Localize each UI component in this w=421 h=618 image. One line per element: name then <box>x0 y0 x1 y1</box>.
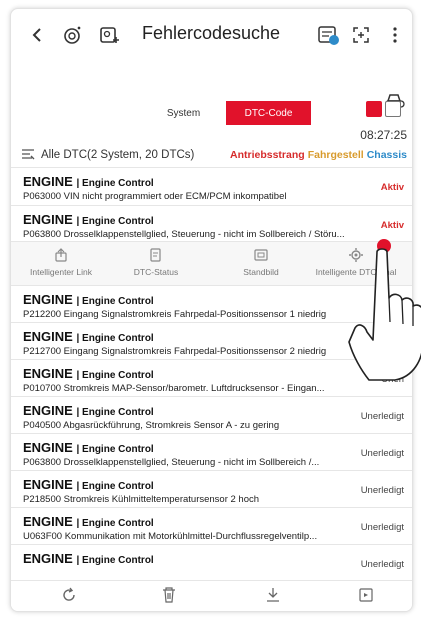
dtc-status: Unerledigt <box>360 522 404 533</box>
dtc-row[interactable]: ENGINE | Engine Control P063000 VIN nich… <box>11 167 412 206</box>
dtc-system: ENGINE <box>23 551 73 566</box>
delete-icon[interactable] <box>159 587 179 605</box>
dtc-module: Engine Control <box>82 407 154 418</box>
freeze-frame-icon <box>253 248 269 262</box>
report-icon[interactable] <box>356 587 376 605</box>
fullscreen-icon[interactable] <box>349 23 373 47</box>
dtc-system: ENGINE <box>23 440 73 455</box>
dtc-system: ENGINE <box>23 292 73 307</box>
dtc-status: Unerledigt <box>360 448 404 459</box>
vehicle-badge-icon[interactable] <box>61 23 85 47</box>
dtc-count-icon[interactable] <box>317 23 341 47</box>
bottom-toolbar <box>11 580 412 611</box>
scan-time: 08:27:25 <box>360 128 407 142</box>
dtc-row[interactable]: ENGINE | Engine Control Unerledigt <box>11 544 412 582</box>
view-tabs: System DTC-Code <box>141 101 311 125</box>
dtc-module: Engine Control <box>82 178 154 189</box>
summary-text: Alle DTC(2 System, 20 DTCs) <box>41 149 195 161</box>
dtc-row[interactable]: ENGINE | Engine Control P040500 Abgasrüc… <box>11 396 412 434</box>
dtc-status: Unerledigt <box>360 411 404 422</box>
dtc-module: Engine Control <box>82 333 154 344</box>
legend-antriebsstrang[interactable]: Antriebsstrang <box>230 149 305 161</box>
refresh-icon[interactable] <box>59 587 79 605</box>
dtc-module: Engine Control <box>82 555 154 566</box>
dtc-description: P063800 Drosselklappenstellglied, Steuer… <box>23 457 320 468</box>
dtc-system: ENGINE <box>23 403 73 418</box>
back-icon[interactable] <box>25 23 49 47</box>
filter-icon[interactable] <box>21 148 35 162</box>
freeze-frame-button[interactable]: Standbild <box>216 248 306 277</box>
dtc-module: Engine Control <box>82 518 154 529</box>
document-icon <box>148 248 164 262</box>
smart-link-button[interactable]: Intelligenter Link <box>16 248 106 277</box>
add-report-icon[interactable] <box>97 23 121 47</box>
dtc-description: P063800 Drosselklappenstellglied, Steuer… <box>23 229 345 240</box>
dtc-status: Unerledigt <box>360 485 404 496</box>
tab-dtc-code[interactable]: DTC-Code <box>226 101 311 125</box>
dtc-row[interactable]: ENGINE | Engine Control P218500 Stromkre… <box>11 470 412 508</box>
dtc-system: ENGINE <box>23 329 73 344</box>
list-view-icon[interactable] <box>366 101 382 117</box>
share-icon <box>53 248 69 262</box>
dtc-description: P040500 Abgasrückführung, Stromkreis Sen… <box>23 420 280 431</box>
dtc-module: Engine Control <box>82 481 154 492</box>
dtc-module: Engine Control <box>82 296 154 307</box>
dtc-system: ENGINE <box>23 212 73 227</box>
dtc-module: Engine Control <box>82 444 154 455</box>
dtc-system: ENGINE <box>23 477 73 492</box>
dtc-status: Unerledigt <box>360 559 404 570</box>
dtc-status-button[interactable]: DTC-Status <box>111 248 201 277</box>
dtc-description: P212200 Eingang Signalstromkreis Fahrped… <box>23 309 327 320</box>
dtc-description: P212700 Eingang Signalstromkreis Fahrped… <box>23 346 327 357</box>
top-bar: Fehlercodesuche <box>11 9 412 59</box>
dtc-status: Aktiv <box>380 182 404 193</box>
dtc-status: Aktiv <box>380 220 404 231</box>
dtc-description: P063000 VIN nicht programmiert oder ECM/… <box>23 191 287 202</box>
tab-system[interactable]: System <box>141 101 226 125</box>
legend-chassis[interactable]: Chassis <box>367 149 407 161</box>
hand-pointer-illustration <box>348 239 421 381</box>
action-label: DTC-Status <box>133 267 179 277</box>
action-label: Standbild <box>243 267 279 277</box>
dtc-row[interactable]: ENGINE | Engine Control U063F00 Kommunik… <box>11 507 412 545</box>
grid-view-icon[interactable] <box>385 101 401 117</box>
dtc-description: U063F00 Kommunikation mit Motorkühlmitte… <box>23 531 318 542</box>
dtc-system: ENGINE <box>23 514 73 529</box>
view-mode-toggle <box>366 101 401 117</box>
dtc-system: ENGINE <box>23 366 73 381</box>
dtc-description: P010700 Stromkreis MAP-Sensor/barometr. … <box>23 383 325 394</box>
dtc-description: P218500 Stromkreis Kühlmitteltemperaturs… <box>23 494 260 505</box>
dtc-module: Engine Control <box>82 370 154 381</box>
download-icon[interactable] <box>263 587 283 605</box>
action-label: Intelligenter Link <box>30 267 92 277</box>
system-legend: Antriebsstrang Fahrgestell Chassis <box>230 149 411 161</box>
more-menu-icon[interactable] <box>383 23 407 47</box>
dtc-system: ENGINE <box>23 174 73 189</box>
page-title: Fehlercodesuche <box>141 23 281 43</box>
dtc-summary: Alle DTC(2 System, 20 DTCs) Antriebsstra… <box>21 144 411 166</box>
dtc-module: Engine Control <box>82 216 154 227</box>
dtc-row[interactable]: ENGINE | Engine Control P063800 Drosselk… <box>11 433 412 471</box>
legend-fahrgestell[interactable]: Fahrgestell <box>308 149 364 161</box>
